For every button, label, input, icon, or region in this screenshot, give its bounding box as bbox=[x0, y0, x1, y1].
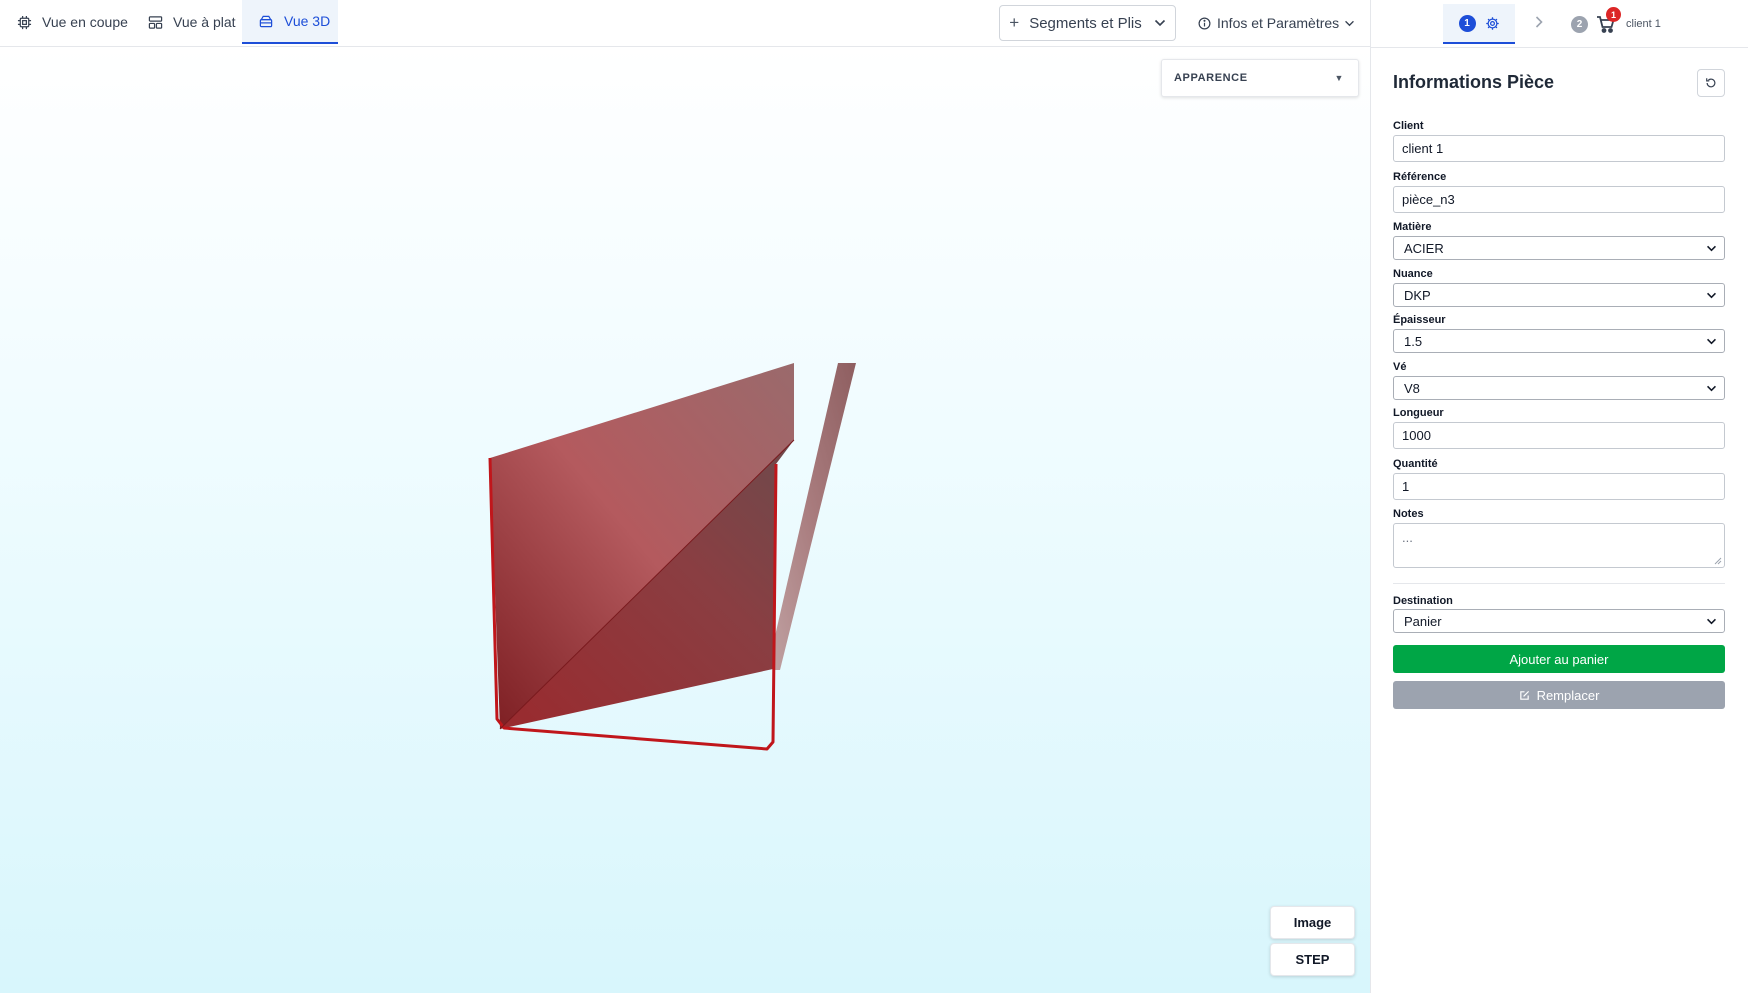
gear-icon bbox=[1485, 16, 1499, 30]
plus-icon: + bbox=[1009, 13, 1020, 32]
client-input[interactable]: client 1 bbox=[1393, 135, 1725, 162]
replace-label: Remplacer bbox=[1536, 687, 1600, 703]
epaisseur-value: 1.5 bbox=[1404, 333, 1423, 349]
destination-label: Destination bbox=[1393, 595, 1453, 607]
export-step-button[interactable]: STEP bbox=[1270, 943, 1355, 976]
export-image-button[interactable]: Image bbox=[1270, 906, 1355, 939]
divider bbox=[1393, 583, 1725, 584]
refresh-icon bbox=[1706, 78, 1716, 88]
segments-label: Segments et Plis bbox=[1029, 14, 1142, 32]
cpu-icon bbox=[17, 15, 32, 29]
export-image-label: Image bbox=[1293, 915, 1332, 930]
matiere-value: ACIER bbox=[1404, 240, 1444, 256]
segments-et-plis-button[interactable]: + Segments et Plis bbox=[999, 5, 1176, 41]
main-area: Vue en coupe Vue à plat Vue 3D + Segment… bbox=[0, 0, 1370, 993]
matiere-label: Matière bbox=[1393, 221, 1432, 233]
chevron-down-icon bbox=[1707, 292, 1716, 298]
chevron-down-icon bbox=[1154, 19, 1165, 27]
edit-icon bbox=[1519, 690, 1529, 700]
reference-input[interactable]: pièce_n3 bbox=[1393, 186, 1725, 213]
client-label: Client bbox=[1393, 120, 1424, 132]
export-step-label: STEP bbox=[1295, 952, 1330, 967]
add-to-cart-label: Ajouter au panier bbox=[1509, 651, 1609, 667]
tab-vue-a-plat[interactable]: Vue à plat bbox=[130, 0, 242, 44]
ve-value: V8 bbox=[1404, 380, 1420, 396]
layout-icon bbox=[148, 15, 163, 29]
matiere-select[interactable]: ACIER bbox=[1393, 236, 1725, 260]
chevron-down-icon bbox=[1345, 20, 1355, 26]
destination-value: Panier bbox=[1404, 613, 1442, 629]
stepper: 1 2 1 client 1 bbox=[1371, 0, 1748, 48]
cart-count-badge: 1 bbox=[1606, 7, 1621, 22]
tab-vue-3d[interactable]: Vue 3D bbox=[242, 0, 338, 44]
appearance-label: APPARENCE bbox=[1174, 72, 1248, 84]
step-number: 1 bbox=[1458, 14, 1476, 32]
notes-label: Notes bbox=[1393, 508, 1424, 520]
chevron-down-icon bbox=[1707, 385, 1716, 391]
chevron-down-icon bbox=[1707, 618, 1716, 624]
epaisseur-label: Épaisseur bbox=[1393, 314, 1446, 326]
info-icon bbox=[1198, 17, 1211, 29]
reset-button[interactable] bbox=[1697, 69, 1725, 97]
step-number: 2 bbox=[1571, 15, 1588, 33]
replace-button[interactable]: Remplacer bbox=[1393, 681, 1725, 709]
step-client-label: client 1 bbox=[1626, 18, 1661, 30]
infos-label: Infos et Paramètres bbox=[1217, 15, 1340, 31]
notes-value: ... bbox=[1402, 530, 1413, 545]
infos-parametres-button[interactable]: Infos et Paramètres bbox=[1198, 6, 1355, 40]
ve-select[interactable]: V8 bbox=[1393, 376, 1725, 400]
tab-label: Vue 3D bbox=[284, 13, 331, 29]
3d-viewport[interactable]: APPARENCE ▼ Image STEP bbox=[0, 47, 1370, 993]
nuance-select[interactable]: DKP bbox=[1393, 283, 1725, 307]
nuance-label: Nuance bbox=[1393, 268, 1433, 280]
reference-label: Référence bbox=[1393, 171, 1447, 183]
add-to-cart-button[interactable]: Ajouter au panier bbox=[1393, 645, 1725, 673]
nuance-value: DKP bbox=[1404, 287, 1431, 303]
step-2-panier[interactable]: 2 1 client 1 bbox=[1571, 7, 1661, 36]
appearance-dropdown[interactable]: APPARENCE ▼ bbox=[1161, 59, 1359, 97]
u-channel-3d-model[interactable] bbox=[480, 309, 880, 769]
tab-label: Vue à plat bbox=[173, 14, 236, 30]
chevron-down-icon bbox=[1707, 245, 1716, 251]
resize-handle-icon[interactable] bbox=[1714, 557, 1722, 565]
panel-title: Informations Pièce bbox=[1393, 72, 1555, 92]
right-panel: 1 2 1 client 1 Informations Pièce Client… bbox=[1370, 0, 1748, 993]
ve-label: Vé bbox=[1393, 361, 1407, 373]
longueur-label: Longueur bbox=[1393, 407, 1444, 419]
tab-label: Vue en coupe bbox=[42, 14, 128, 30]
longueur-input[interactable]: 1000 bbox=[1393, 422, 1725, 449]
chevron-down-icon bbox=[1707, 338, 1716, 344]
chevron-right-icon bbox=[1535, 16, 1543, 28]
destination-select[interactable]: Panier bbox=[1393, 609, 1725, 633]
quantite-label: Quantité bbox=[1393, 458, 1438, 470]
tab-vue-en-coupe[interactable]: Vue en coupe bbox=[0, 0, 130, 44]
view-toolbar: Vue en coupe Vue à plat Vue 3D + Segment… bbox=[0, 0, 1370, 47]
cart-icon-wrapper: 1 bbox=[1596, 7, 1621, 34]
step-1-parametres[interactable]: 1 bbox=[1443, 4, 1515, 44]
caret-down-icon: ▼ bbox=[1334, 73, 1344, 83]
notes-textarea[interactable]: ... bbox=[1393, 523, 1725, 568]
box-3d-icon bbox=[259, 15, 273, 27]
quantite-input[interactable]: 1 bbox=[1393, 473, 1725, 500]
epaisseur-select[interactable]: 1.5 bbox=[1393, 329, 1725, 353]
